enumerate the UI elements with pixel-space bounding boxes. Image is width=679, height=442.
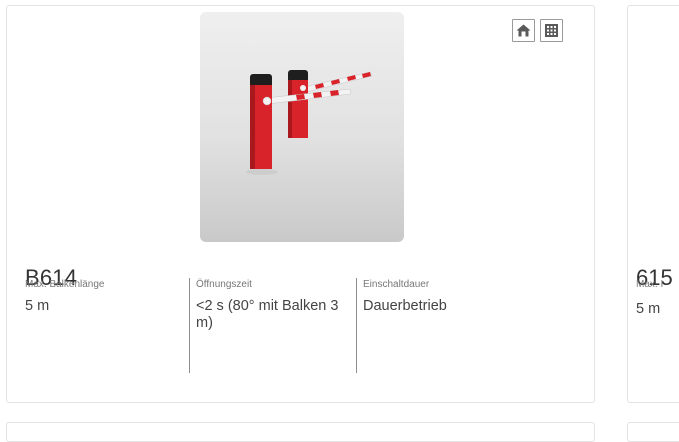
spec-label: Max. I [636, 279, 664, 290]
product-card-615-partial[interactable]: 615 Max. I 5 m [627, 5, 679, 403]
spec-opening-time: Öffnungszeit <2 s (80° mit Balken 3 m) [189, 278, 356, 373]
barrier-gate-illustration [246, 70, 373, 175]
product-card-next-row-right[interactable] [627, 422, 679, 442]
building-icon[interactable] [540, 19, 563, 42]
spec-value: 5 m [25, 298, 50, 314]
feature-badges [512, 19, 563, 42]
spec-label: Öffnungszeit [196, 279, 252, 290]
product-card-b614[interactable]: B614 Max. Balkenlänge 5 m Öffnungszeit <… [6, 5, 595, 403]
product-image[interactable] [200, 12, 404, 242]
product-card-next-row[interactable] [6, 422, 595, 442]
spec-max-beam-length: Max. Balkenlänge 5 m [25, 278, 185, 373]
house-icon[interactable] [512, 19, 535, 42]
spec-value: <2 s (80° mit Balken 3 m) [196, 298, 339, 331]
spec-value: Dauerbetrieb [363, 298, 447, 314]
spec-value: 5 m [636, 301, 661, 317]
spec-duty-cycle: Einschaltdauer Dauerbetrieb [356, 278, 516, 373]
spec-label: Max. Balkenlänge [25, 279, 105, 290]
spec-label: Einschaltdauer [363, 279, 430, 290]
